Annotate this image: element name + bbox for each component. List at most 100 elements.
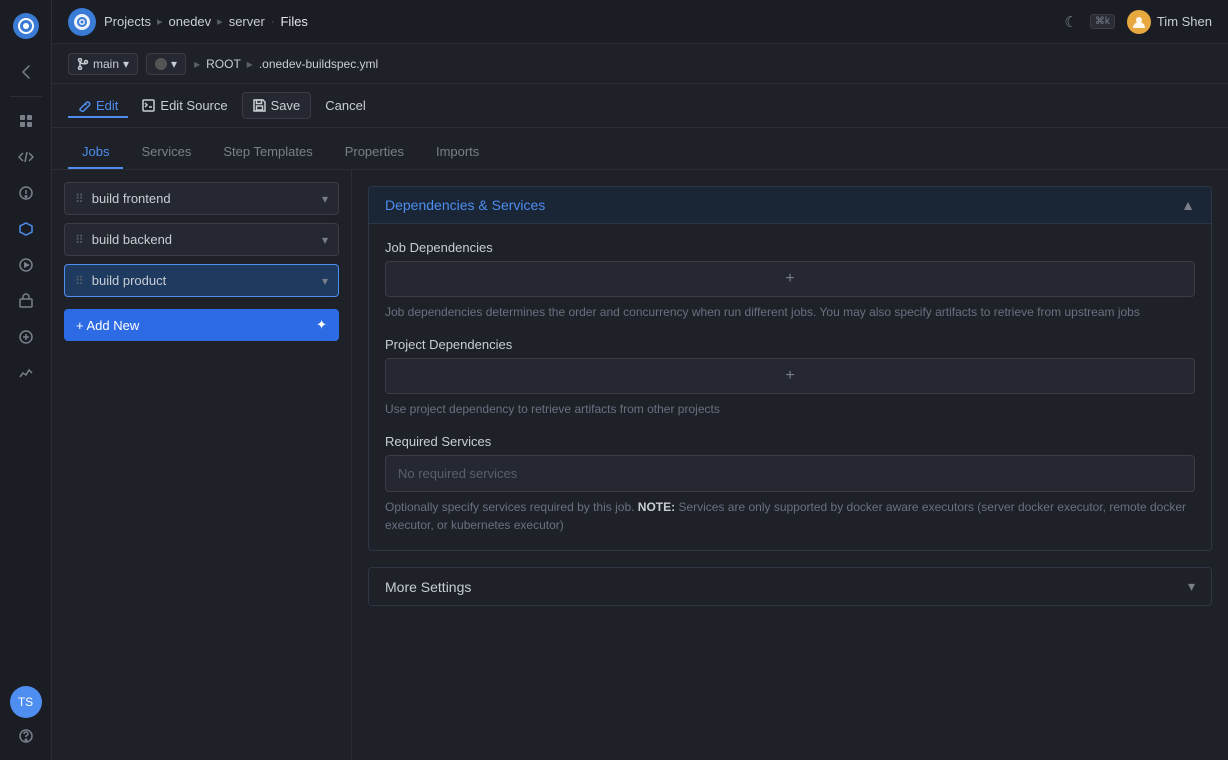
user-avatar [1127,10,1151,34]
job-dependencies-desc: Job dependencies determines the order an… [385,303,1195,321]
job-name-build-backend: build backend [92,232,172,247]
job-item-build-frontend[interactable]: ⠿ build frontend ▾ [64,182,339,215]
drag-handle-icon-3[interactable]: ⠿ [75,274,84,288]
required-services-desc: Optionally specify services required by … [385,498,1195,534]
user-avatar-icon[interactable]: TS [10,684,42,716]
branch-name: main [93,57,119,71]
project-dependencies-label: Project Dependencies [385,337,1195,352]
edit-button[interactable]: Edit [68,93,128,118]
job-dependencies-field: Job Dependencies + Job dependencies dete… [385,240,1195,321]
breadcrumb: Projects ▸ onedev ▸ server · Files [104,14,308,29]
tab-imports[interactable]: Imports [422,136,493,169]
breadcrumb-server[interactable]: server [229,14,265,29]
add-icon: + [785,270,794,288]
edit-source-label: Edit Source [160,98,227,113]
section-body: Job Dependencies + Job dependencies dete… [369,224,1211,550]
section-collapse-icon[interactable]: ▲ [1181,197,1195,213]
required-services-field: Required Services No required services O… [385,434,1195,534]
add-job-dependency-button[interactable]: + [385,261,1195,297]
user-avatar[interactable]: TS [10,686,42,718]
services-note-label: NOTE: [638,500,675,514]
more-settings-header[interactable]: More Settings ▾ [369,568,1211,605]
job-item-build-backend[interactable]: ⠿ build backend ▾ [64,223,339,256]
breadcrumb-files: Files [280,14,307,29]
job-item-build-product[interactable]: ⠿ build product ▾ [64,264,339,297]
section-title: Dependencies & Services [385,197,545,213]
theme-toggle-icon[interactable]: ☾ [1064,13,1077,31]
app-logo[interactable] [68,8,96,36]
job-chevron-icon-2[interactable]: ▾ [322,233,328,247]
project-dependencies-field: Project Dependencies + Use project depen… [385,337,1195,418]
add-icon-2: + [785,367,794,385]
job-name-build-frontend: build frontend [92,191,171,206]
code-icon[interactable] [10,141,42,173]
job-dependencies-label: Job Dependencies [385,240,1195,255]
edit-source-button[interactable]: Edit Source [132,93,237,118]
breadcrumb-sep-2: ▸ [217,15,223,28]
drag-handle-icon[interactable]: ⠿ [75,192,84,206]
branch-chevron-icon: ▾ [123,57,129,71]
project-dependencies-desc: Use project dependency to retrieve artif… [385,400,1195,418]
sidebar-logo[interactable] [8,8,44,44]
add-new-magic-icon: ✦ [316,317,327,333]
tab-jobs[interactable]: Jobs [68,136,123,169]
file-bar: main ▾ ▾ ▸ ROOT ▸ .onedev-buildspec.yml [52,44,1228,84]
play-icon[interactable] [10,249,42,281]
sidebar-divider [10,96,42,97]
dashboard-icon[interactable] [10,105,42,137]
add-new-label: + Add New [76,318,139,333]
editor-area: ⠿ build frontend ▾ ⠿ build backend ▾ [52,170,1228,760]
breadcrumb-onedev[interactable]: onedev [169,14,212,29]
required-services-label: Required Services [385,434,1195,449]
more-settings-section: More Settings ▾ [368,567,1212,606]
job-chevron-icon-3[interactable]: ▾ [322,274,328,288]
job-panel: ⠿ build frontend ▾ ⠿ build backend ▾ [52,170,352,760]
main-tabs: Jobs Services Step Templates Properties … [52,128,1228,170]
main-area: Projects ▸ onedev ▸ server · Files ☾ ⌘k … [52,0,1228,760]
build-icon[interactable] [10,213,42,245]
file-root: ROOT [206,57,241,71]
cancel-label: Cancel [325,98,365,113]
dependencies-section: Dependencies & Services ▲ Job Dependenci… [368,186,1212,551]
tab-properties[interactable]: Properties [331,136,418,169]
drag-handle-icon-2[interactable]: ⠿ [75,233,84,247]
job-item-left-3: ⠿ build product [75,273,166,288]
file-path-sep: ▸ [194,57,200,71]
package-icon[interactable] [10,285,42,317]
issue-icon[interactable] [10,177,42,209]
file-path-sep2: ▸ [247,57,253,71]
branch-selector[interactable]: main ▾ [68,53,138,75]
help-icon[interactable] [10,720,42,752]
edit-toolbar: Edit Edit Source Save Cancel [52,84,1228,128]
add-project-dependency-button[interactable]: + [385,358,1195,394]
user-name: Tim Shen [1157,14,1212,29]
deploy-icon[interactable] [10,321,42,353]
save-label: Save [271,98,301,113]
commit-chevron-icon: ▾ [171,57,177,71]
job-name-build-product: build product [92,273,166,288]
job-item-left: ⠿ build frontend [75,191,171,206]
add-new-button[interactable]: + Add New ✦ [64,309,339,341]
tab-services[interactable]: Services [127,136,205,169]
save-button[interactable]: Save [242,92,312,119]
tab-step-templates[interactable]: Step Templates [209,136,326,169]
breadcrumb-sep-1: ▸ [157,15,163,28]
breadcrumb-sep-3: · [271,16,275,28]
job-chevron-icon[interactable]: ▾ [322,192,328,206]
topnav: Projects ▸ onedev ▸ server · Files ☾ ⌘k … [52,0,1228,44]
sidebar: TS [0,0,52,760]
edit-label: Edit [96,98,118,113]
more-settings-collapse-icon[interactable]: ▾ [1188,578,1195,595]
section-header[interactable]: Dependencies & Services ▲ [369,187,1211,224]
topnav-right: ☾ ⌘k Tim Shen [1064,10,1212,34]
more-settings-label: More Settings [385,579,471,595]
collapse-icon[interactable] [10,56,42,88]
chart-icon[interactable] [10,357,42,389]
cancel-button[interactable]: Cancel [315,93,375,118]
commit-selector[interactable]: ▾ [146,53,186,75]
file-path: ▸ ROOT ▸ .onedev-buildspec.yml [194,57,378,71]
services-desc-pre: Optionally specify services required by … [385,500,638,514]
keyboard-shortcut: ⌘k [1090,14,1115,29]
breadcrumb-projects[interactable]: Projects [104,14,151,29]
user-menu[interactable]: Tim Shen [1127,10,1212,34]
